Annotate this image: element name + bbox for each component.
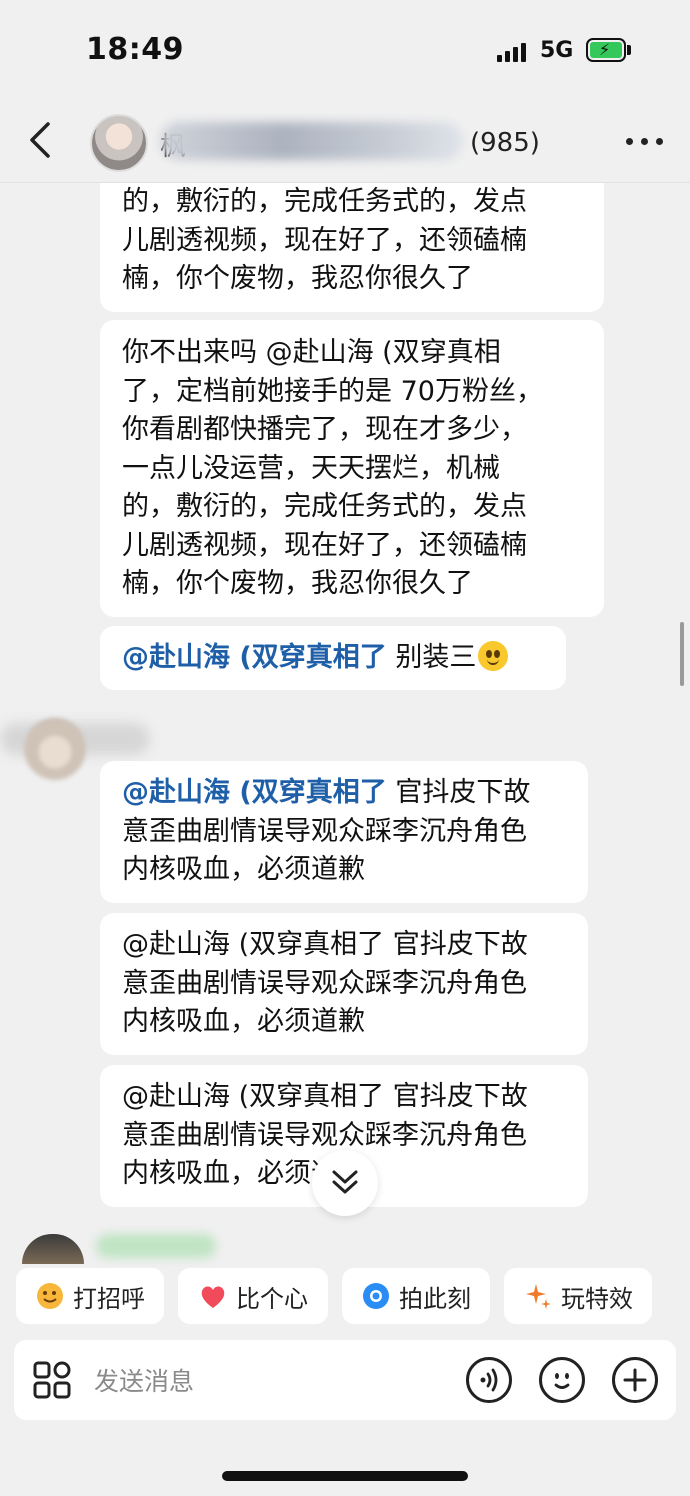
scrollbar[interactable]	[680, 622, 684, 686]
message-line: 儿剧透视频，现在好了，还领磕楠	[122, 529, 527, 561]
message-list[interactable]: 的，敷衍的，完成任务式的，发点 儿剧透视频，现在好了，还领磕楠 楠，你个废物，我…	[0, 183, 690, 1253]
message-bubble[interactable]: 的，敷衍的，完成任务式的，发点 儿剧透视频，现在好了，还领磕楠 楠，你个废物，我…	[100, 183, 604, 312]
status-bar: 18:49 5G ⚡	[0, 0, 690, 100]
heart-button[interactable]: 比个心	[178, 1268, 328, 1324]
double-chevron-down-icon	[332, 1170, 358, 1194]
message-line: 你看剧都快播完了，现在才多少，	[122, 414, 527, 445]
emoji-icon	[554, 1373, 570, 1389]
battery-icon: ⚡	[586, 38, 626, 62]
message-bubble[interactable]: @赴山海 (双穿真相了 别装三	[100, 626, 566, 690]
camera-icon	[363, 1283, 389, 1309]
apps-grid-icon[interactable]	[32, 1360, 72, 1400]
home-indicator[interactable]	[222, 1471, 468, 1481]
greet-label: 打招呼	[73, 1284, 145, 1313]
capture-button[interactable]: 拍此刻	[342, 1268, 490, 1324]
voice-button[interactable]	[466, 1357, 512, 1403]
message-line: 内核吸血，必须道歉	[122, 1006, 365, 1037]
greet-button[interactable]: 打招呼	[16, 1268, 164, 1324]
network-label: 5G	[540, 38, 574, 63]
back-icon[interactable]	[22, 118, 62, 162]
message-line: 内核吸血，必须道歉	[122, 854, 365, 885]
heart-icon	[201, 1286, 225, 1308]
message-bubble[interactable]: @赴山海 (双穿真相了 官抖皮下故 意歪曲剧情误导观众踩李沉舟角色 内核吸血，必…	[100, 761, 588, 903]
message-bubble[interactable]: @赴山海 (双穿真相了 官抖皮下故 意歪曲剧情误导观众踩李沉舟角色 内核吸血，必…	[100, 913, 588, 1055]
voice-icon	[480, 1368, 498, 1392]
message-line: 意歪曲剧情误导观众踩李沉舟角色	[122, 815, 527, 847]
sparkle-icon	[526, 1284, 551, 1309]
message-line: 楠，你个废物，我忍你很久了	[122, 263, 473, 294]
more-options-icon[interactable]	[626, 138, 666, 148]
emoji-button[interactable]	[539, 1357, 585, 1403]
message-line: 一点儿没运营，天天摆烂，机械	[122, 452, 500, 484]
scroll-to-bottom-button[interactable]	[312, 1150, 378, 1216]
battery-cap	[627, 45, 631, 55]
effects-button[interactable]: 玩特效	[504, 1268, 652, 1324]
add-button[interactable]	[612, 1357, 658, 1403]
mention-link[interactable]: @赴山海 (双穿真相了	[122, 642, 387, 673]
quick-actions: 打招呼 比个心 拍此刻 玩特效	[0, 1268, 690, 1326]
message-line: 了，定档前她接手的是 70万粉丝，	[122, 375, 543, 407]
message-composer	[14, 1340, 676, 1420]
effects-label: 玩特效	[561, 1284, 633, 1313]
capture-label: 拍此刻	[399, 1284, 471, 1313]
status-time: 18:49	[86, 32, 184, 67]
wave-emoji-icon	[37, 1283, 63, 1309]
message-line: @赴山海 (双穿真相了 官抖皮下故	[122, 1081, 528, 1112]
next-sender-name	[96, 1234, 216, 1258]
message-line: 意歪曲剧情误导观众踩李沉舟角色	[122, 967, 527, 999]
member-count: (985)	[470, 128, 540, 158]
message-line: 楠，你个废物，我忍你很久了	[122, 568, 473, 599]
plus-icon	[623, 1368, 647, 1392]
message-line: 的，敷衍的，完成任务式的，发点	[122, 491, 527, 522]
chat-header: 枫 (985)	[0, 100, 690, 183]
signal-icon	[497, 40, 531, 62]
heart-label: 比个心	[236, 1284, 308, 1313]
message-line: @赴山海 (双穿真相了 官抖皮下故	[122, 929, 528, 960]
message-line: 儿剧透视频，现在好了，还领磕楠	[122, 224, 527, 256]
smile-emoji-icon	[478, 641, 509, 671]
message-text: 别装三	[386, 642, 477, 673]
message-line: 官抖皮下故	[386, 777, 531, 808]
blurred-group-name	[160, 122, 464, 160]
message-input[interactable]	[92, 1358, 456, 1404]
message-line: 你不出来吗 @赴山海 (双穿真相	[122, 337, 501, 368]
message-bubble[interactable]: 你不出来吗 @赴山海 (双穿真相 了，定档前她接手的是 70万粉丝， 你看剧都快…	[100, 320, 604, 617]
message-line: 的，敷衍的，完成任务式的，发点	[122, 186, 527, 217]
group-avatar[interactable]	[90, 114, 148, 172]
sender-avatar[interactable]	[24, 718, 86, 780]
mention-link[interactable]: @赴山海 (双穿真相了	[122, 777, 387, 808]
